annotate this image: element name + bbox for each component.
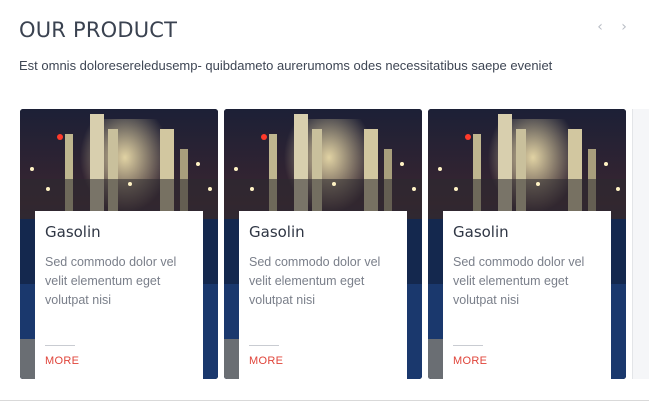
chevron-right-icon[interactable]: › bbox=[619, 19, 629, 35]
bottom-divider bbox=[0, 400, 649, 401]
more-link[interactable]: MORE bbox=[453, 355, 487, 367]
divider bbox=[249, 345, 279, 346]
section-title: OUR PRODUCT bbox=[19, 18, 178, 42]
card-description: Sed commodo dolor vel velit elementum eg… bbox=[45, 255, 177, 307]
divider bbox=[45, 345, 75, 346]
card-title: Gasolin bbox=[45, 223, 101, 241]
more-link[interactable]: MORE bbox=[45, 355, 79, 367]
product-card[interactable]: Gasolin Sed commodo dolor vel velit elem… bbox=[428, 109, 626, 379]
more-link[interactable]: MORE bbox=[249, 355, 283, 367]
carousel-nav: ‹ › bbox=[595, 19, 629, 35]
product-card[interactable]: Gasolin Sed commodo dolor vel velit elem… bbox=[224, 109, 422, 379]
card-description: Sed commodo dolor vel velit elementum eg… bbox=[249, 255, 381, 307]
next-card-peek bbox=[632, 109, 649, 379]
card-description: Sed commodo dolor vel velit elementum eg… bbox=[453, 255, 585, 307]
card-content: Gasolin Sed commodo dolor vel velit elem… bbox=[239, 211, 407, 379]
card-content: Gasolin Sed commodo dolor vel velit elem… bbox=[35, 211, 203, 379]
product-carousel: Gasolin Sed commodo dolor vel velit elem… bbox=[20, 109, 649, 379]
card-title: Gasolin bbox=[453, 223, 509, 241]
card-content: Gasolin Sed commodo dolor vel velit elem… bbox=[443, 211, 611, 379]
chevron-left-icon[interactable]: ‹ bbox=[595, 19, 605, 35]
section-subtitle: Est omnis doloresereledusemp- quibdameto… bbox=[19, 58, 553, 73]
divider bbox=[453, 345, 483, 346]
product-card[interactable]: Gasolin Sed commodo dolor vel velit elem… bbox=[20, 109, 218, 379]
product-section: OUR PRODUCT ‹ › Est omnis doloresereledu… bbox=[0, 0, 649, 404]
card-title: Gasolin bbox=[249, 223, 305, 241]
